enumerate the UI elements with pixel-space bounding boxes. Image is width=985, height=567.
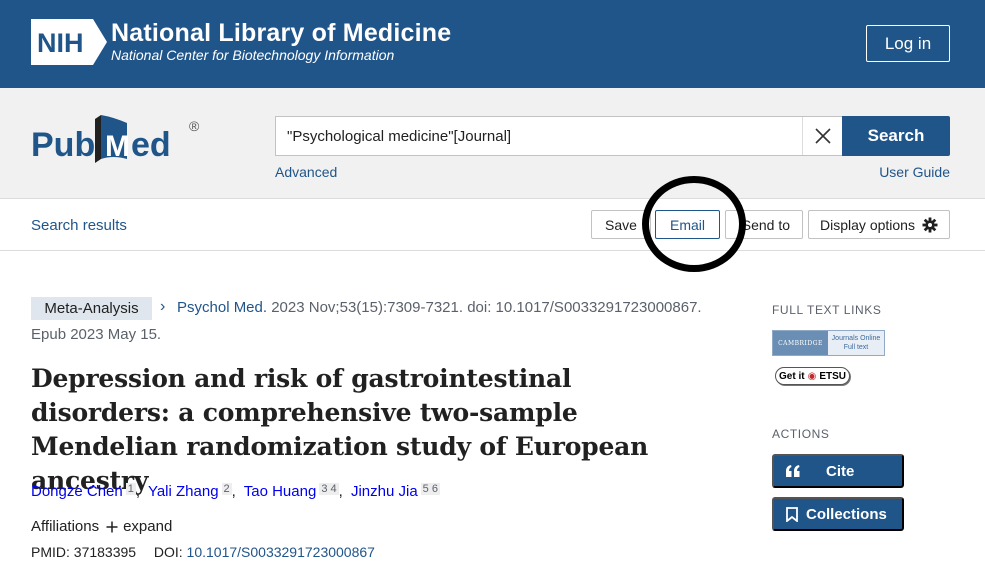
plus-icon: [106, 521, 118, 532]
login-button[interactable]: Log in: [866, 25, 950, 62]
search-button[interactable]: Search: [842, 116, 950, 156]
cambridge-full-text: Full text: [843, 344, 869, 351]
svg-text:M: M: [105, 130, 130, 163]
actions-heading: ACTIONS: [772, 427, 830, 441]
expand-affiliations-button[interactable]: expand: [106, 518, 172, 535]
etsu-logo-icon: ◉: [807, 370, 817, 382]
search-band: Pub M ed ® Search Advanced User Guide: [0, 88, 985, 199]
chevron-right-icon: ›: [160, 298, 166, 315]
nih-header: NIH National Library of Medicine Nationa…: [0, 0, 985, 88]
citation-line: Psychol Med. 2023 Nov;53(15):7309-7321. …: [177, 299, 702, 316]
svg-text:®: ®: [189, 118, 200, 134]
display-options-label: Display options: [820, 216, 915, 233]
affiliation-ref[interactable]: 5 6: [420, 483, 440, 495]
affiliations-label: Affiliations: [31, 518, 100, 535]
epub-date: Epub 2023 May 15.: [31, 326, 162, 343]
expand-label: expand: [123, 518, 173, 535]
nih-logo[interactable]: NIH: [31, 19, 107, 65]
get-it-label: Get it: [779, 370, 805, 382]
search-input[interactable]: [276, 117, 802, 155]
advanced-search-link[interactable]: Advanced: [275, 164, 337, 180]
doi-link[interactable]: 10.1017/S0033291723000867: [187, 544, 375, 560]
collections-label: Collections: [806, 505, 887, 523]
pmid-value: 37183395: [73, 544, 137, 560]
author-link[interactable]: Dongze Chen: [31, 483, 123, 500]
close-icon: [814, 128, 831, 144]
search-box: [275, 116, 842, 156]
pmid-label: PMID:: [31, 544, 70, 560]
nih-logo-icon: NIH: [31, 19, 107, 65]
article-toolbar: Search results Save Email Send to Displa…: [0, 199, 985, 251]
cambridge-full-text-link[interactable]: CAMBRIDGE Journals Online Full text: [772, 330, 885, 356]
author-link[interactable]: Tao Huang: [244, 483, 317, 500]
affiliation-ref[interactable]: 3 4: [319, 483, 339, 495]
author-link[interactable]: Jinzhu Jia: [351, 483, 418, 500]
pubmed-logo-icon: Pub M ed ®: [31, 115, 200, 164]
nlm-title: National Library of Medicine: [111, 19, 452, 47]
cite-button[interactable]: Cite: [772, 454, 904, 488]
display-options-button[interactable]: Display options: [808, 210, 950, 239]
email-button[interactable]: Email: [655, 210, 720, 239]
affiliations-row: Affiliations expand: [31, 518, 172, 535]
send-to-button[interactable]: Send to: [725, 210, 803, 239]
cambridge-journals-online: Journals Online: [831, 335, 881, 342]
ncbi-subtitle: National Center for Biotechnology Inform…: [111, 47, 395, 63]
citation-text: 2023 Nov;53(15):7309-7321. doi: 10.1017/…: [271, 299, 702, 316]
full-text-links-heading: FULL TEXT LINKS: [772, 303, 882, 317]
search-results-link[interactable]: Search results: [31, 217, 127, 234]
cambridge-journals-label: Journals Online Full text: [828, 331, 884, 355]
user-guide-link[interactable]: User Guide: [879, 164, 950, 180]
author-link[interactable]: Yali Zhang: [148, 483, 219, 500]
nih-logo-text: NIH: [37, 28, 84, 58]
cambridge-logo: CAMBRIDGE: [773, 331, 828, 355]
journal-link[interactable]: Psychol Med.: [177, 299, 267, 316]
svg-text:Pub: Pub: [31, 126, 95, 164]
author-list: Dongze Chen 1, Yali Zhang 2, Tao Huang 3 4,…: [31, 483, 440, 500]
save-button[interactable]: Save: [591, 210, 651, 239]
article-identifiers: PMID: 37183395 DOI: 10.1017/S00332917230…: [31, 544, 375, 560]
gear-icon: [922, 217, 938, 232]
article-title: Depression and risk of gastrointestinal …: [31, 364, 649, 495]
doi-label: DOI:: [153, 544, 183, 560]
get-it-etsu-link[interactable]: Get it ◉ ETSU: [775, 367, 850, 385]
svg-text:ed: ed: [131, 126, 171, 164]
affiliation-ref[interactable]: 1: [125, 483, 136, 495]
etsu-label: ETSU: [819, 370, 846, 382]
pubmed-logo[interactable]: Pub M ed ®: [31, 111, 206, 169]
bookmark-icon: [786, 506, 798, 522]
publication-type-badge: Meta-Analysis: [31, 297, 152, 320]
cite-label: Cite: [826, 462, 855, 480]
clear-search-button[interactable]: [802, 117, 842, 155]
collections-button[interactable]: Collections: [772, 497, 904, 531]
quote-icon: [786, 465, 800, 477]
affiliation-ref[interactable]: 2: [221, 483, 232, 495]
